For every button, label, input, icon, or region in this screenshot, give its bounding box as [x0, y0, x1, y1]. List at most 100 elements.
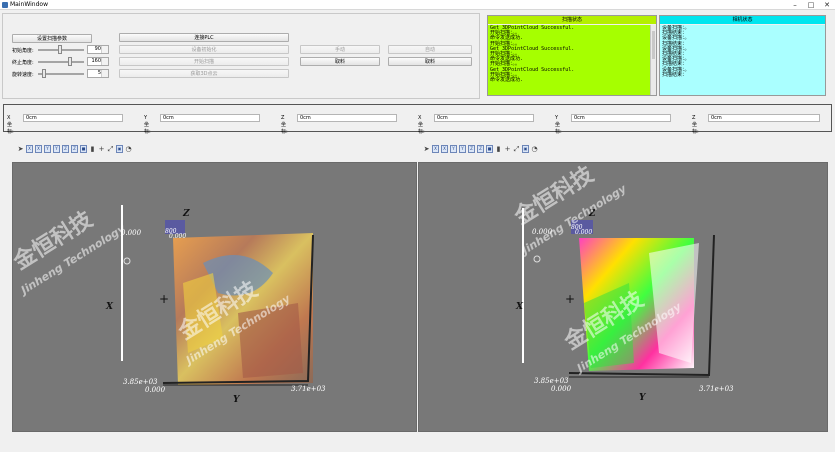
- coord-label: X坐标:: [418, 115, 425, 135]
- coord-label: Z坐标:: [281, 115, 288, 135]
- z-min-label: 0.000: [169, 233, 187, 240]
- viewer-toolbar-right: ➤ X X Y Y Z Z ■ ▮ + ⤢ ▣ ◔: [423, 145, 538, 155]
- start-angle-label: 初始角度:: [12, 48, 34, 54]
- reset-icon[interactable]: ◔: [125, 145, 132, 153]
- start-angle-spinbox[interactable]: 90: [87, 45, 109, 54]
- take-material-left-button[interactable]: 取料: [300, 57, 380, 66]
- start-angle-slider[interactable]: [38, 45, 84, 54]
- title-bar: MainWindow – □ ✕: [0, 0, 835, 10]
- view-z-neg-icon[interactable]: Z: [477, 145, 484, 153]
- viewer-canvas[interactable]: +: [419, 163, 828, 432]
- set-scan-params-button[interactable]: 设置扫描参数: [12, 34, 92, 43]
- device-status-log[interactable]: 设备扫描：。 扫描结束： 设备扫描：。 扫描结束： 设备扫描：。 扫描结束： 设备扫描：。扫…: [660, 25, 825, 95]
- window-title: MainWindow: [10, 1, 48, 8]
- start-scan-button[interactable]: 开始扫描: [119, 57, 289, 66]
- init-device-button[interactable]: 设备初始化: [119, 45, 289, 54]
- axis-z-label: Z: [183, 209, 190, 219]
- view-x-icon[interactable]: X: [26, 145, 33, 153]
- view-x-icon[interactable]: X: [432, 145, 439, 153]
- scalar-bar: [522, 208, 524, 363]
- view-x-neg-icon[interactable]: X: [35, 145, 42, 153]
- view-y-neg-icon[interactable]: Y: [459, 145, 466, 153]
- cube-icon[interactable]: ■: [80, 145, 87, 153]
- pointer-icon[interactable]: ➤: [423, 145, 430, 153]
- coord-value[interactable]: 0cm: [160, 114, 260, 122]
- coord-value[interactable]: 0cm: [708, 114, 820, 122]
- coord-label: Z坐标:: [692, 115, 699, 135]
- scale-top-label: 0.000: [121, 229, 142, 237]
- auto-button[interactable]: 自动: [388, 45, 472, 54]
- origin-label: 0.000: [145, 386, 166, 394]
- log-line: 命令发送成功.: [490, 77, 524, 84]
- device-status-title: 相机状态: [660, 16, 825, 24]
- view-z-icon[interactable]: Z: [62, 145, 69, 153]
- device-status-panel: 相机状态 设备扫描：。 扫描结束： 设备扫描：。 扫描结束： 设备扫描：。 扫描结束： 设备…: [659, 15, 826, 96]
- scan-speed-spinbox[interactable]: 5: [87, 69, 109, 78]
- stop-angle-spinbox[interactable]: 160: [87, 57, 109, 66]
- point-cloud-viewer-right[interactable]: + Z 800 0.000 0.000 X 3.85e+03 0.000 3.7…: [418, 162, 828, 432]
- fetch-3d-button[interactable]: 获取3D点云: [119, 69, 289, 78]
- log-line: 扫描结束：: [662, 71, 688, 78]
- view-z-icon[interactable]: Z: [468, 145, 475, 153]
- coordinates-bar: X坐标: 0cm Y坐标: 0cm Z坐标: 0cm X坐标: 0cm Y坐标: 0cm …: [3, 104, 832, 135]
- scan-status-panel: 扫描状态 Get 3DPointCloud Successful. 开始扫描：。。…: [487, 15, 657, 96]
- scan-speed-slider[interactable]: [38, 69, 84, 78]
- origin-label: 0.000: [551, 385, 572, 393]
- save-icon[interactable]: ▣: [522, 145, 529, 153]
- axis-z-label: Z: [589, 209, 596, 219]
- view-z-neg-icon[interactable]: Z: [71, 145, 78, 153]
- fit-icon[interactable]: ⤢: [107, 145, 114, 153]
- maximize-button[interactable]: □: [803, 0, 819, 10]
- scalar-bar-icon[interactable]: ▮: [89, 145, 96, 153]
- scalar-bar-handle[interactable]: [123, 257, 131, 265]
- pointer-icon[interactable]: ➤: [17, 145, 24, 153]
- view-y-icon[interactable]: Y: [450, 145, 457, 153]
- cube-icon[interactable]: ■: [486, 145, 493, 153]
- manual-button[interactable]: 手动: [300, 45, 380, 54]
- coord-value[interactable]: 0cm: [571, 114, 671, 122]
- axis-x-label: X: [516, 302, 523, 312]
- y-end-label: 3.71e+03: [291, 385, 326, 393]
- minimize-button[interactable]: –: [787, 0, 803, 10]
- crosshair-icon[interactable]: +: [98, 145, 105, 153]
- status-strip: [0, 436, 835, 452]
- z-min-label: 0.000: [575, 229, 593, 236]
- control-group: 设置扫描参数 连接PLC 设备初始化 开始扫描 获取3D点云 手动 自动 取料 …: [2, 13, 480, 99]
- point-cloud-viewer-left[interactable]: + Z 800 0.000 0.000 X 3.85e+03 0.000 3.7…: [12, 162, 417, 432]
- crosshair-icon[interactable]: +: [504, 145, 511, 153]
- coord-label: Y坐标:: [555, 115, 562, 135]
- connect-plc-button[interactable]: 连接PLC: [119, 33, 289, 42]
- take-material-right-button[interactable]: 取料: [388, 57, 472, 66]
- point-cloud-region: [238, 303, 303, 378]
- y-end-label: 3.71e+03: [699, 385, 734, 393]
- scale-top-label: 0.000: [532, 228, 553, 236]
- scalar-bar-icon[interactable]: ▮: [495, 145, 502, 153]
- stop-angle-slider[interactable]: [38, 57, 84, 66]
- view-x-neg-icon[interactable]: X: [441, 145, 448, 153]
- viewer-canvas[interactable]: +: [13, 163, 417, 432]
- fit-icon[interactable]: ⤢: [513, 145, 520, 153]
- viewer-toolbar-left: ➤ X X Y Y Z Z ■ ▮ + ⤢ ▣ ◔: [17, 145, 132, 155]
- close-button[interactable]: ✕: [819, 0, 835, 10]
- coord-label: X坐标:: [7, 115, 14, 135]
- scalar-bar-handle[interactable]: [533, 255, 541, 263]
- crosshair-icon: +: [159, 292, 169, 306]
- reset-icon[interactable]: ◔: [531, 145, 538, 153]
- save-icon[interactable]: ▣: [116, 145, 123, 153]
- crosshair-icon: +: [565, 292, 575, 306]
- coord-value[interactable]: 0cm: [434, 114, 534, 122]
- coord-label: Y坐标:: [144, 115, 151, 135]
- scan-status-log[interactable]: Get 3DPointCloud Successful. 开始扫描：。。 命令发送成…: [488, 25, 656, 95]
- x-end-label: 3.85e+03: [123, 378, 158, 386]
- coord-value[interactable]: 0cm: [297, 114, 397, 122]
- axis-y-label: Y: [639, 393, 646, 403]
- coord-value[interactable]: 0cm: [23, 114, 123, 122]
- view-y-icon[interactable]: Y: [44, 145, 51, 153]
- axis-y-label: Y: [233, 395, 240, 405]
- scan-status-scrollbar[interactable]: [650, 25, 656, 95]
- scan-speed-label: 旋转速度:: [12, 72, 34, 78]
- scan-status-title: 扫描状态: [488, 16, 656, 24]
- stop-angle-label: 终止角度:: [12, 60, 34, 66]
- view-y-neg-icon[interactable]: Y: [53, 145, 60, 153]
- axis-x-label: X: [106, 302, 113, 312]
